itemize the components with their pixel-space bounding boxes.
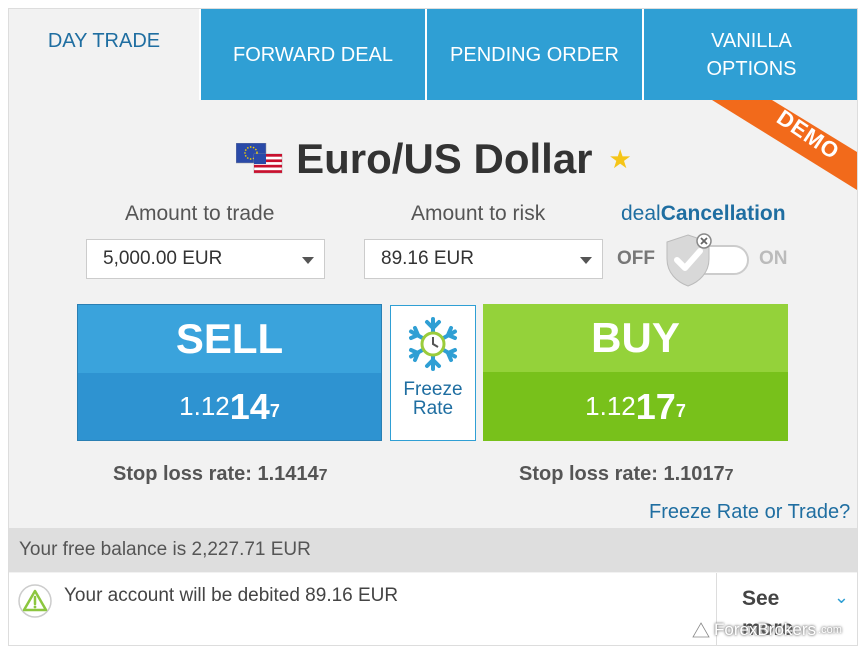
sell-label: SELL [78, 305, 381, 373]
buy-label: BUY [483, 304, 788, 372]
deal-cancellation-bold: Cancellation [660, 202, 786, 225]
watermark-suffix: .com [818, 624, 842, 636]
amount-to-risk-label: Amount to risk [411, 202, 546, 225]
watermark-logo-icon [692, 622, 710, 638]
sell-rate-fraction: 7 [269, 401, 280, 421]
buy-rate-pips: 17 [635, 385, 676, 427]
debit-text: Your account will be debited 89.16 EUR [64, 585, 399, 606]
eu-us-flag-icon [236, 143, 283, 174]
trade-panel: DAY TRADE FORWARD DEAL PENDING ORDER VAN… [8, 8, 858, 646]
tab-vanilla-options[interactable]: VANILLA OPTIONS [642, 9, 857, 100]
tab-pending-order[interactable]: PENDING ORDER [425, 9, 642, 100]
sell-rate-prefix: 1.12 [179, 391, 230, 421]
sell-stop-loss: Stop loss rate: 1.14147 [113, 463, 328, 486]
toggle-off-label: OFF [617, 248, 655, 269]
favorite-star-icon[interactable]: ★ [609, 146, 632, 172]
snowflake-clock-icon [409, 317, 457, 371]
freeze-rate-label: Freeze Rate [403, 380, 462, 418]
freeze-line2: Rate [412, 398, 454, 419]
amount-to-risk-value: 89.16 EUR [381, 248, 474, 269]
chevron-down-icon [302, 257, 314, 264]
amount-to-trade-value: 5,000.00 EUR [103, 248, 223, 269]
see-more-label: See [742, 587, 780, 610]
buy-rate: 1.12 17 7 [483, 372, 788, 441]
buy-rate-prefix: 1.12 [585, 391, 636, 421]
shield-check-icon[interactable] [659, 231, 717, 289]
deal-cancellation-label: dealCancellation [621, 202, 786, 226]
amount-to-trade-select[interactable]: 5,000.00 EUR [86, 239, 325, 279]
deal-cancellation-prefix: deal [621, 202, 661, 225]
toggle-on-label: ON [759, 248, 788, 269]
instrument-title: Euro/US Dollar [296, 135, 593, 182]
free-balance-text: Your free balance is 2,227.71 EUR [19, 539, 311, 560]
watermark-text: ForexBrokers [714, 620, 817, 639]
watermark: ForexBrokers .com [692, 620, 842, 640]
trade-type-tabs: DAY TRADE FORWARD DEAL PENDING ORDER VAN… [9, 9, 857, 100]
amount-to-risk-select[interactable]: 89.16 EUR [364, 239, 603, 279]
amount-to-trade-label: Amount to trade [125, 202, 275, 225]
freeze-rate-or-trade-link[interactable]: Freeze Rate or Trade? [649, 501, 850, 524]
warning-icon [18, 584, 52, 618]
buy-stop-loss-value: Stop loss rate: 1.1017 [519, 463, 725, 485]
chevron-down-icon [580, 257, 592, 264]
freeze-line1: Freeze [403, 379, 463, 400]
instrument-header: Euro/US Dollar ★ [9, 131, 857, 187]
freeze-rate-button[interactable]: Freeze Rate [390, 305, 476, 441]
chevron-down-icon: ⌄ [833, 587, 849, 607]
free-balance-bar: Your free balance is 2,227.71 EUR [9, 528, 857, 572]
tab-forward-deal[interactable]: FORWARD DEAL [199, 9, 425, 100]
sell-rate-pips: 14 [229, 385, 270, 427]
sell-stop-loss-fraction: 7 [318, 467, 328, 484]
buy-stop-loss-fraction: 7 [724, 467, 734, 484]
sell-stop-loss-value: Stop loss rate: 1.1414 [113, 463, 319, 485]
tab-day-trade[interactable]: DAY TRADE [9, 9, 199, 100]
buy-rate-fraction: 7 [675, 401, 686, 421]
sell-button[interactable]: SELL 1.12 14 7 [77, 304, 382, 441]
buy-stop-loss: Stop loss rate: 1.10177 [519, 463, 734, 486]
buy-button[interactable]: BUY 1.12 17 7 [483, 304, 788, 441]
sell-rate: 1.12 14 7 [78, 373, 381, 440]
